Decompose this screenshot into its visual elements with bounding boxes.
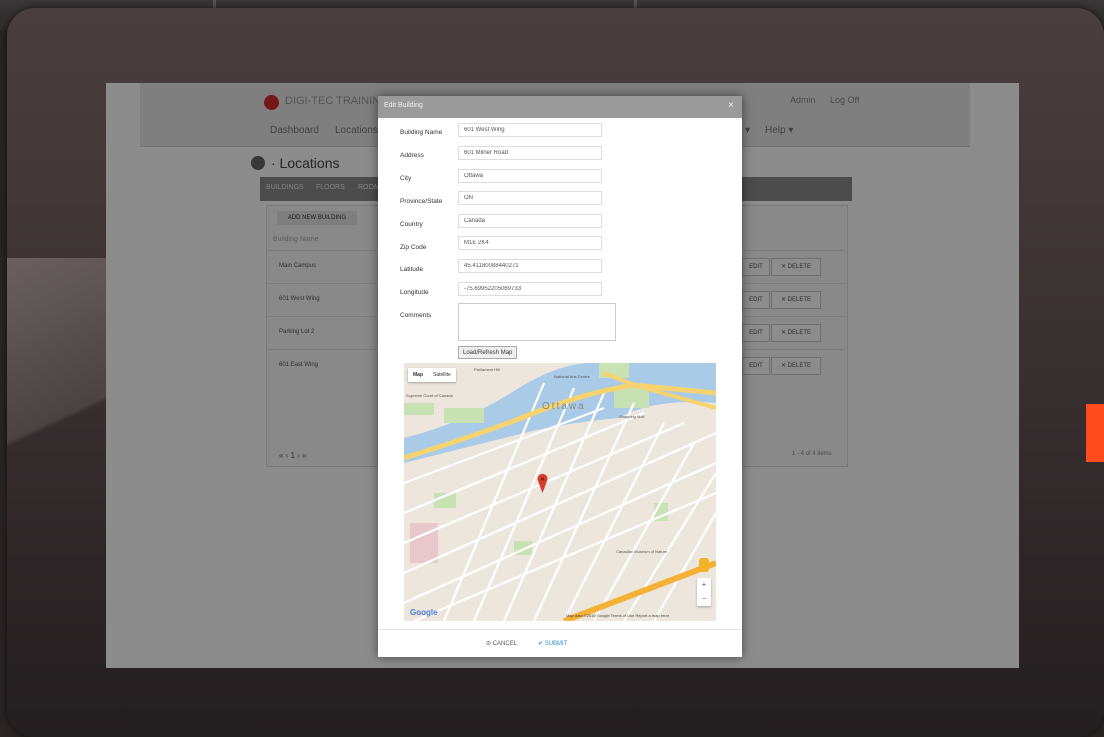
city-label: Ottawa bbox=[542, 401, 586, 412]
map-view[interactable]: Ottawa Parliament Hill National Arts Cen… bbox=[404, 363, 716, 621]
comments-textarea[interactable] bbox=[458, 303, 616, 341]
modal-footer: ⊘ CANCEL ✔ SUBMIT bbox=[378, 629, 742, 658]
map-canvas: Ottawa Parliament Hill National Arts Cen… bbox=[404, 363, 716, 621]
modal-title: Edit Building bbox=[384, 102, 423, 109]
label-city: City bbox=[400, 175, 412, 182]
edit-building-modal: Edit Building × Building Name Address Ci… bbox=[378, 96, 742, 657]
label-comments: Comments bbox=[400, 312, 432, 319]
google-logo: Google bbox=[410, 608, 438, 617]
submit-button[interactable]: ✔ SUBMIT bbox=[538, 640, 567, 647]
label-country: Country bbox=[400, 221, 423, 228]
frame-reflection bbox=[7, 258, 107, 737]
orange-side-tab[interactable] bbox=[1086, 404, 1104, 462]
address-input[interactable] bbox=[458, 146, 602, 160]
zoom-in-button[interactable]: + bbox=[697, 578, 711, 592]
modal-header: Edit Building × bbox=[378, 96, 742, 118]
label-province: Province/State bbox=[400, 198, 443, 205]
map-label: Parliament Hill bbox=[474, 367, 500, 372]
map-label: National Arts Centre bbox=[554, 374, 591, 379]
country-input[interactable] bbox=[458, 214, 602, 228]
load-map-button[interactable]: Load/Refresh Map bbox=[458, 346, 518, 359]
map-label: Shopping Mall bbox=[619, 414, 644, 419]
label-address: Address bbox=[400, 152, 424, 159]
label-longitude: Longitude bbox=[400, 289, 429, 296]
map-type-satellite[interactable]: Satellite bbox=[428, 368, 456, 382]
zoom-out-button[interactable]: − bbox=[697, 592, 711, 606]
label-zip-code: Zip Code bbox=[400, 244, 427, 251]
cancel-button[interactable]: ⊘ CANCEL bbox=[486, 640, 517, 647]
pegman-icon[interactable] bbox=[699, 558, 709, 572]
building-name-input[interactable] bbox=[458, 123, 602, 137]
label-building-name: Building Name bbox=[400, 129, 443, 136]
province-input[interactable] bbox=[458, 191, 602, 205]
zip-code-input[interactable] bbox=[458, 236, 602, 250]
close-icon[interactable]: × bbox=[728, 100, 734, 111]
map-type-control[interactable]: Map Satellite bbox=[408, 368, 456, 382]
city-input[interactable] bbox=[458, 169, 602, 183]
map-type-map[interactable]: Map bbox=[408, 368, 428, 382]
latitude-input[interactable] bbox=[458, 259, 602, 273]
longitude-input[interactable] bbox=[458, 282, 602, 296]
zoom-control[interactable]: + − bbox=[697, 578, 711, 606]
map-footer[interactable]: Map data ©2016 Google Terms of Use Repor… bbox=[566, 613, 669, 618]
map-label: Supreme Court of Canada bbox=[406, 393, 453, 398]
map-label: Canadian Museum of Nature bbox=[616, 549, 668, 554]
label-latitude: Latitude bbox=[400, 266, 424, 273]
